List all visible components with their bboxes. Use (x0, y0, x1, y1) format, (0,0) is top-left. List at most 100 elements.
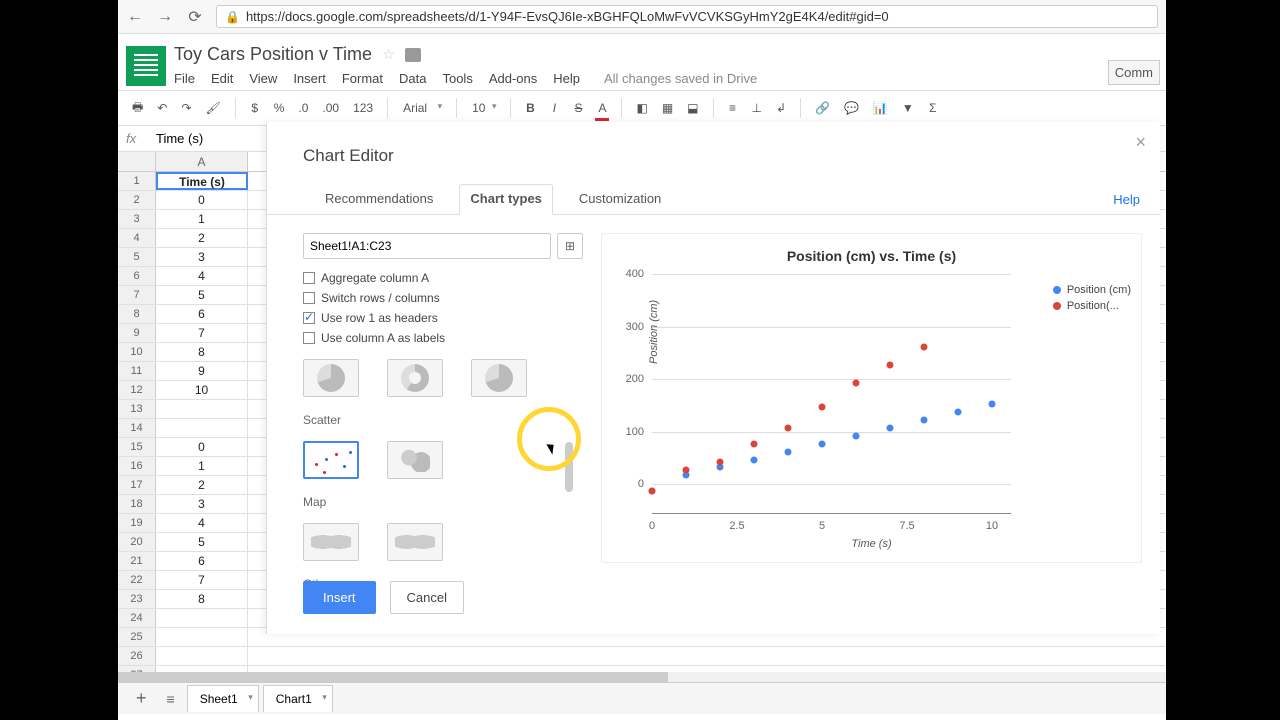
font-size-select[interactable]: 10 (467, 98, 500, 118)
row-number[interactable]: 11 (118, 362, 156, 380)
cell[interactable]: 10 (156, 381, 248, 399)
italic-button[interactable]: I (545, 97, 563, 119)
row-number[interactable]: 7 (118, 286, 156, 304)
chart-type-pie[interactable] (303, 359, 359, 397)
cell[interactable]: 7 (156, 324, 248, 342)
back-button[interactable]: ← (126, 8, 144, 26)
paint-format-icon[interactable]: 🖌 (201, 97, 224, 119)
row-number[interactable]: 2 (118, 191, 156, 209)
row-number[interactable]: 17 (118, 476, 156, 494)
row-number[interactable]: 14 (118, 419, 156, 437)
row-number[interactable]: 18 (118, 495, 156, 513)
percent-button[interactable]: % (270, 97, 289, 119)
cell[interactable]: 5 (156, 533, 248, 551)
menu-file[interactable]: File (174, 71, 195, 86)
sheets-logo-icon[interactable] (126, 46, 166, 86)
forward-button[interactable]: → (156, 8, 174, 26)
row-number[interactable]: 24 (118, 609, 156, 627)
checkbox-colA-labels[interactable] (303, 332, 315, 344)
menu-help[interactable]: Help (553, 71, 580, 86)
menu-data[interactable]: Data (399, 71, 426, 86)
chart-type-donut[interactable] (387, 359, 443, 397)
cell[interactable]: 2 (156, 476, 248, 494)
fill-color-icon[interactable]: ◧ (632, 97, 651, 119)
row-number[interactable]: 5 (118, 248, 156, 266)
cell[interactable]: 8 (156, 343, 248, 361)
tab-customization[interactable]: Customization (575, 185, 665, 214)
cell[interactable]: 0 (156, 191, 248, 209)
cell[interactable]: 6 (156, 552, 248, 570)
cell[interactable]: 4 (156, 514, 248, 532)
menu-format[interactable]: Format (342, 71, 383, 86)
row-number[interactable]: 12 (118, 381, 156, 399)
text-color-button[interactable]: A (593, 97, 611, 119)
folder-icon[interactable] (405, 48, 421, 62)
star-icon[interactable]: ☆ (382, 46, 395, 63)
link-icon[interactable]: 🔗 (811, 97, 834, 119)
row-number[interactable]: 26 (118, 647, 156, 665)
select-range-icon[interactable]: ⊞ (557, 233, 583, 259)
sheet-tab-chart1[interactable]: Chart1 (263, 685, 333, 712)
cell[interactable]: 8 (156, 590, 248, 608)
horizontal-scrollbar[interactable] (118, 672, 1166, 682)
increase-decimal-button[interactable]: .00 (318, 97, 343, 119)
row-number[interactable]: 22 (118, 571, 156, 589)
chart-type-bubble[interactable] (387, 441, 443, 479)
data-range-input[interactable] (303, 233, 551, 259)
chart-icon[interactable]: 📊 (869, 97, 892, 119)
row-number[interactable]: 10 (118, 343, 156, 361)
cell[interactable] (156, 419, 248, 437)
chart-type-geo[interactable] (303, 523, 359, 561)
menu-tools[interactable]: Tools (442, 71, 472, 86)
comment-icon[interactable]: 💬 (840, 97, 863, 119)
strikethrough-button[interactable]: S (569, 97, 587, 119)
row-number[interactable]: 1 (118, 172, 156, 190)
menu-edit[interactable]: Edit (211, 71, 233, 86)
cell[interactable] (156, 628, 248, 646)
row-number[interactable]: 19 (118, 514, 156, 532)
filter-icon[interactable]: ▼ (898, 97, 918, 119)
v-align-icon[interactable]: ⊥ (748, 97, 766, 119)
close-icon[interactable]: × (1135, 132, 1146, 153)
address-bar[interactable]: 🔒 https://docs.google.com/spreadsheets/d… (216, 5, 1158, 28)
cell[interactable]: 3 (156, 248, 248, 266)
functions-button[interactable]: Σ (924, 97, 942, 119)
row-number[interactable]: 8 (118, 305, 156, 323)
cell[interactable]: 2 (156, 229, 248, 247)
cell[interactable]: 3 (156, 495, 248, 513)
cell[interactable]: 4 (156, 267, 248, 285)
more-formats-button[interactable]: 123 (349, 97, 377, 119)
checkbox-row1-headers[interactable] (303, 312, 315, 324)
cell[interactable]: 1 (156, 457, 248, 475)
row-number[interactable]: 4 (118, 229, 156, 247)
cell[interactable] (156, 609, 248, 627)
undo-icon[interactable]: ↶ (153, 97, 171, 119)
cell[interactable]: Time (s) (156, 172, 248, 190)
cell[interactable]: 0 (156, 438, 248, 456)
row-number[interactable]: 3 (118, 210, 156, 228)
sheet-tab-sheet1[interactable]: Sheet1 (187, 685, 259, 712)
row-number[interactable]: 9 (118, 324, 156, 342)
cell[interactable]: 1 (156, 210, 248, 228)
h-align-icon[interactable]: ≡ (724, 97, 742, 119)
chart-type-geo-markers[interactable] (387, 523, 443, 561)
cell[interactable]: 6 (156, 305, 248, 323)
row-number[interactable]: 20 (118, 533, 156, 551)
cell[interactable]: 5 (156, 286, 248, 304)
comments-button[interactable]: Comm (1108, 60, 1160, 85)
cell[interactable] (156, 647, 248, 665)
checkbox-aggregate[interactable] (303, 272, 315, 284)
cell[interactable]: 9 (156, 362, 248, 380)
currency-button[interactable]: $ (246, 97, 264, 119)
merge-cells-icon[interactable]: ⬓ (683, 97, 702, 119)
tab-recommendations[interactable]: Recommendations (321, 185, 437, 214)
scrollbar-thumb[interactable] (565, 442, 573, 492)
cell[interactable] (156, 400, 248, 418)
all-sheets-icon[interactable]: ≡ (159, 691, 183, 707)
chart-type-scatter[interactable] (303, 441, 359, 479)
wrap-icon[interactable]: ↲ (772, 97, 790, 119)
select-all-corner[interactable] (118, 152, 156, 171)
document-title[interactable]: Toy Cars Position v Time (174, 44, 372, 65)
row-number[interactable]: 21 (118, 552, 156, 570)
cancel-button[interactable]: Cancel (390, 581, 464, 614)
